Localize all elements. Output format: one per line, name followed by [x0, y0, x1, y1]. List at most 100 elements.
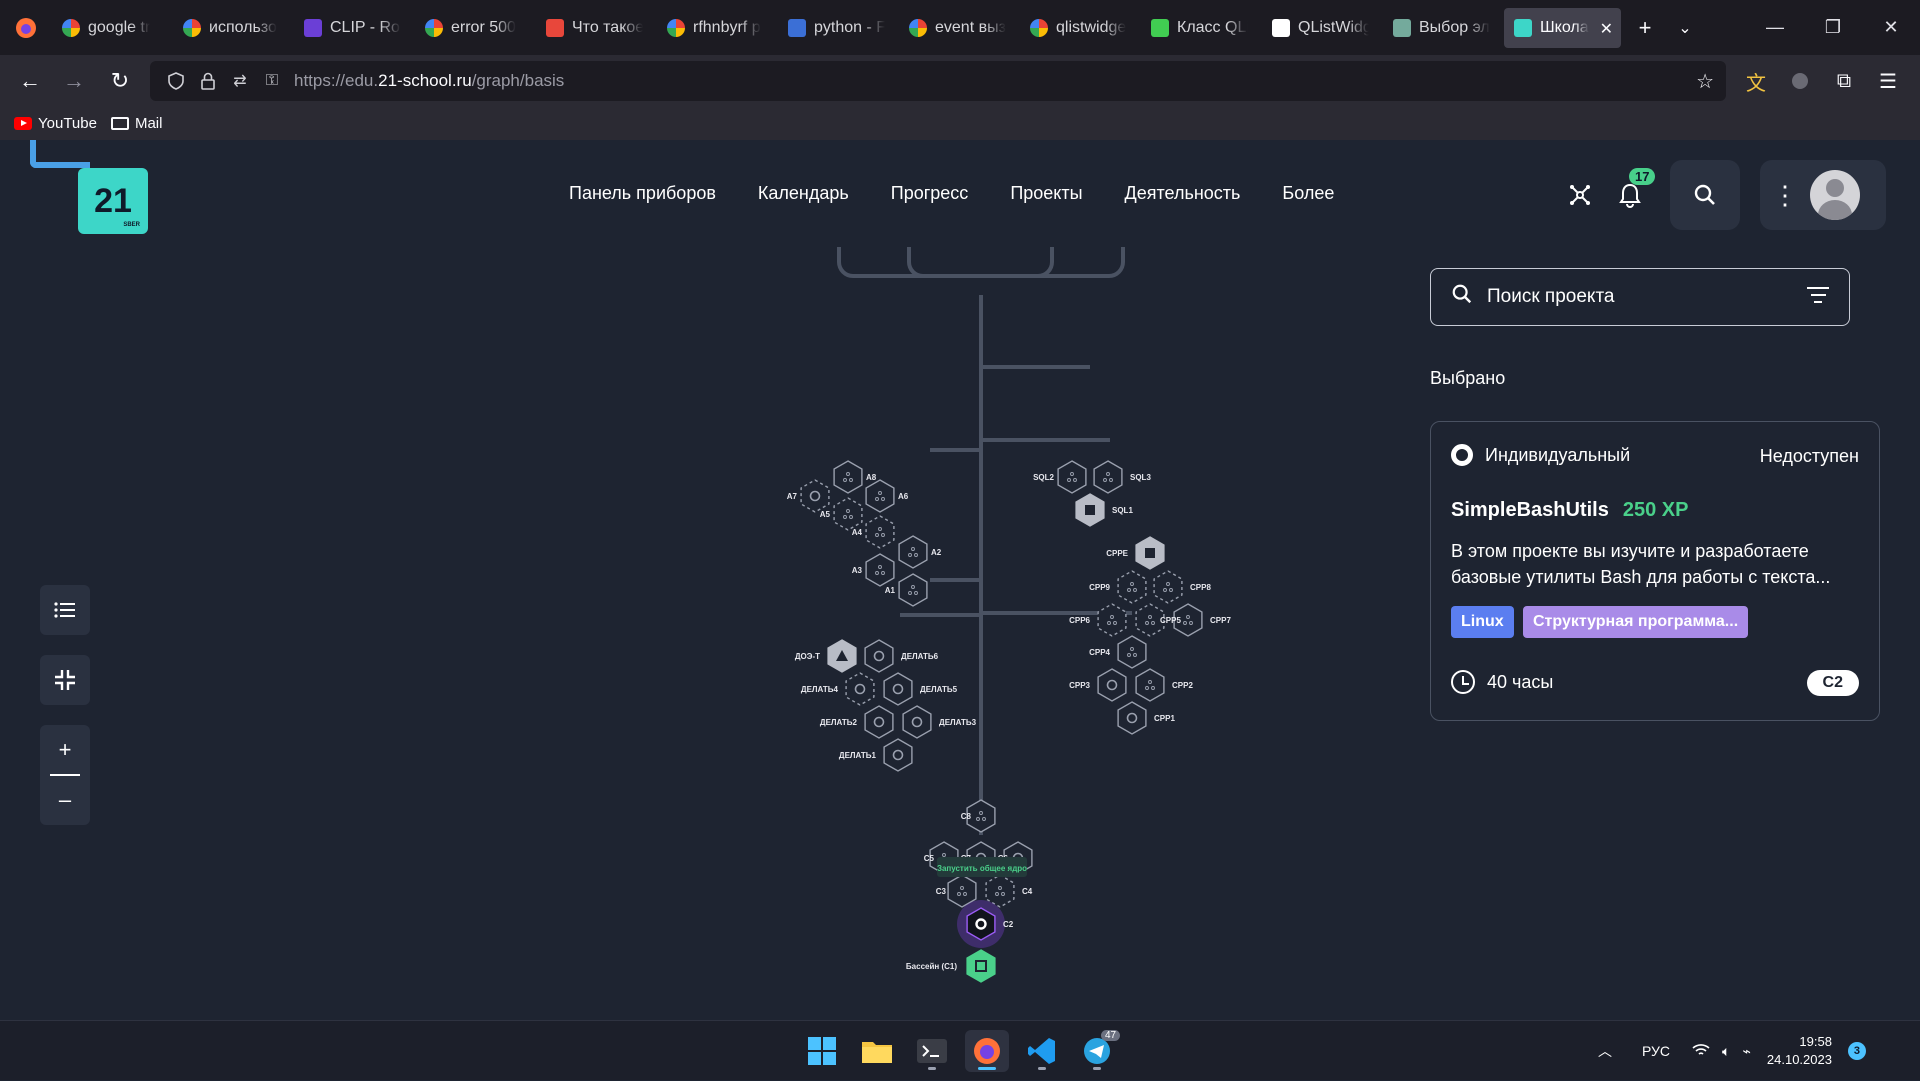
key-icon[interactable]: ⚿ [256, 72, 288, 90]
permissions-icon[interactable]: ⇄ [224, 71, 256, 91]
start-core-label[interactable]: Запустить общее ядро [937, 864, 1027, 873]
project-node[interactable]: CPP7 [1173, 603, 1231, 637]
bookmark-label: Mail [134, 115, 163, 132]
firefox-view-icon[interactable] [0, 0, 52, 55]
start-core-button[interactable]: Запустить общее ядро [937, 857, 1027, 877]
browser-tab[interactable]: использо [173, 8, 290, 48]
list-all-tabs-icon[interactable]: ⌄ [1665, 8, 1705, 48]
browser-tab[interactable]: Класс QLi [1141, 8, 1258, 48]
firefox-taskbar-icon[interactable] [965, 1030, 1009, 1072]
node-hexagon [1117, 635, 1147, 669]
project-node[interactable]: ДЕЛАТЬ4 [801, 672, 875, 706]
tag-linux[interactable]: Linux [1451, 606, 1514, 638]
tag-structured-programming[interactable]: Структурная программа... [1523, 606, 1749, 638]
node-hexagon [864, 705, 894, 739]
project-search-field[interactable]: Поиск проекта [1430, 268, 1850, 326]
project-node[interactable]: SQL2 [1033, 460, 1087, 494]
more-vertical-icon[interactable]: ⋮ [1760, 180, 1810, 211]
browser-tab[interactable]: Что такое [536, 8, 653, 48]
google-icon [425, 18, 443, 37]
telegram-icon[interactable]: 47 [1075, 1030, 1121, 1072]
node-hexagon [966, 799, 996, 833]
close-window-button[interactable]: ✕ [1862, 0, 1920, 55]
lock-icon[interactable] [192, 72, 224, 90]
browser-tab[interactable]: QListWidg [1262, 8, 1379, 48]
project-node[interactable]: A7 [787, 479, 830, 513]
avatar[interactable] [1810, 170, 1860, 220]
windows-start-icon[interactable] [800, 1030, 844, 1072]
project-node[interactable]: ДЕЛАТЬ2 [820, 705, 894, 739]
app-menu-icon[interactable]: ☰ [1868, 61, 1908, 101]
browser-tab[interactable]: CLIP - Rob [294, 8, 411, 48]
browser-tab[interactable]: error 500 [415, 8, 532, 48]
project-node[interactable]: CPP3 [1069, 668, 1127, 702]
project-node[interactable]: A6 [865, 479, 909, 513]
notifications-icon[interactable]: 17 [1595, 160, 1665, 230]
close-tab-icon[interactable]: ✕ [1600, 19, 1613, 39]
node-hexagon [1153, 570, 1183, 604]
battery-icon[interactable]: ⌁ [1742, 1043, 1750, 1060]
translate-icon[interactable]: 文 [1736, 61, 1776, 101]
input-language[interactable]: РУС [1642, 1043, 1670, 1059]
project-node[interactable]: ДЕЛАТЬ3 [902, 705, 977, 739]
selected-project-card[interactable]: Индивидуальный Недоступен SimpleBashUtil… [1430, 421, 1880, 721]
search-icon[interactable] [1670, 160, 1740, 230]
url-bar[interactable]: ⇄ ⚿ https://edu.21-school.ru/graph/basis… [150, 61, 1726, 101]
browser-tab[interactable]: qlistwidge [1020, 8, 1137, 48]
minimize-button[interactable]: — [1746, 0, 1804, 55]
new-tab-button[interactable]: + [1625, 8, 1665, 48]
bookmark-youtube[interactable]: YouTube [14, 115, 97, 132]
project-node[interactable]: CPP1 [1117, 701, 1175, 735]
browser-tab[interactable]: Школа ✕ [1504, 7, 1621, 48]
browser-tab[interactable]: python - F [778, 8, 895, 48]
reload-button[interactable]: ↻ [98, 59, 142, 103]
show-hidden-icons-icon[interactable]: ︿ [1598, 1041, 1612, 1061]
extension-icon[interactable] [1780, 61, 1820, 101]
project-node[interactable]: C8 [961, 799, 996, 833]
project-node[interactable]: CPPE [1106, 536, 1165, 570]
back-button[interactable]: ← [8, 59, 52, 103]
restore-button[interactable]: ❐ [1804, 0, 1862, 55]
project-node[interactable]: A2 [898, 535, 942, 569]
tab-title: QListWidg [1298, 18, 1369, 36]
project-node[interactable]: CPP5 [1135, 603, 1181, 637]
url-text[interactable]: https://edu.21-school.ru/graph/basis [294, 71, 564, 91]
project-node[interactable]: CPP2 [1135, 668, 1193, 702]
project-node[interactable]: SQL3 [1093, 460, 1151, 494]
profile-menu[interactable]: ⋮ [1760, 160, 1886, 230]
google-icon [1030, 18, 1048, 37]
project-node[interactable]: C4 [985, 874, 1033, 908]
volume-icon[interactable]: 🔈︎ [1722, 1043, 1730, 1060]
project-node[interactable]: C3 [936, 874, 977, 908]
browser-tab[interactable]: Выбор эл [1383, 8, 1500, 48]
project-node[interactable]: CPP6 [1069, 603, 1127, 637]
terminal-icon[interactable] [910, 1030, 954, 1072]
project-node[interactable]: CPP4 [1089, 635, 1147, 669]
shield-icon[interactable] [160, 72, 192, 90]
extensions-puzzle-icon[interactable]: ⧉ [1824, 61, 1864, 101]
vscode-icon[interactable] [1020, 1030, 1064, 1072]
project-node[interactable]: Бассейн (C1) [906, 949, 996, 983]
notification-center-badge[interactable]: 3 [1847, 1042, 1866, 1060]
project-node[interactable]: CPP9 [1089, 570, 1147, 604]
forward-button[interactable]: → [52, 59, 96, 103]
node-hexagon [898, 573, 928, 607]
project-node[interactable]: ДЕЛАТЬ5 [883, 672, 958, 706]
browser-tab[interactable]: rfhnbyrf p [657, 8, 774, 48]
project-node[interactable]: A3 [852, 553, 895, 587]
browser-tab[interactable]: event вызо [899, 8, 1016, 48]
project-node[interactable]: ДЕЛАТЬ6 [864, 639, 939, 673]
bookmark-mail[interactable]: Mail [110, 115, 163, 132]
search-placeholder[interactable]: Поиск проекта [1487, 286, 1615, 308]
filter-icon[interactable] [1807, 287, 1829, 305]
file-explorer-icon[interactable] [855, 1030, 899, 1072]
project-node[interactable]: SQL1 [1075, 493, 1133, 527]
bookmark-star-icon[interactable]: ☆ [1696, 69, 1714, 94]
clock[interactable]: 19:58 24.10.2023 [1767, 1033, 1832, 1069]
browser-tab[interactable]: google tr [52, 8, 169, 48]
project-node[interactable]: C2 [957, 900, 1014, 948]
project-node[interactable]: CPP8 [1153, 570, 1211, 604]
wifi-icon[interactable] [1692, 1043, 1710, 1060]
project-node[interactable]: ДЕЛАТЬ1 [839, 738, 913, 772]
project-node[interactable]: ДОЭ-Т [795, 639, 857, 673]
